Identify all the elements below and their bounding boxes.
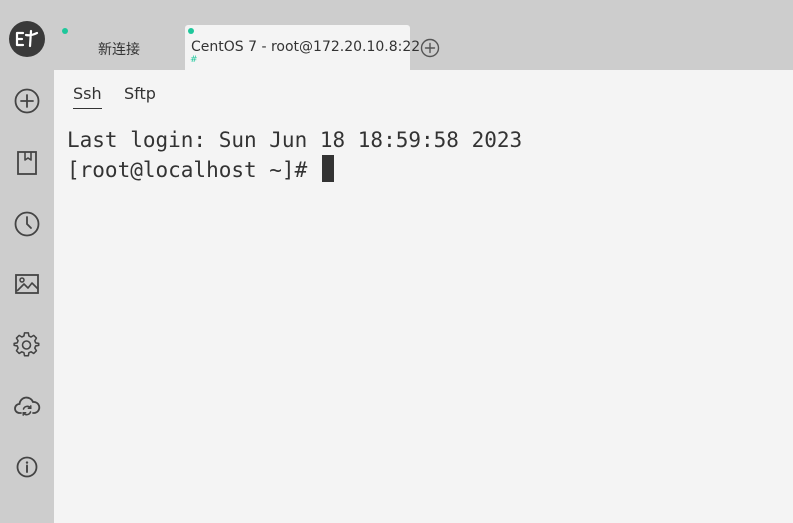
settings-button[interactable] — [11, 329, 43, 361]
terminal-prompt: [root@localhost ~]# — [67, 158, 320, 182]
new-connection-button[interactable] — [11, 85, 43, 117]
images-button[interactable] — [11, 268, 43, 300]
terminal-cursor — [321, 155, 334, 182]
app-logo[interactable] — [9, 21, 45, 57]
terminal-line: Last login: Sun Jun 18 18:59:58 2023 — [67, 128, 523, 152]
add-circle-icon — [14, 88, 40, 114]
tab-label: CentOS 7 - root@172.20.10.8:22 — [191, 39, 421, 55]
tab-centos-session[interactable]: CentOS 7 - root@172.20.10.8:22 # — [185, 25, 420, 70]
subtab-sftp[interactable]: Sftp — [124, 84, 156, 108]
info-icon — [16, 456, 38, 478]
subtab-ssh[interactable]: Ssh — [73, 84, 102, 109]
status-dot — [188, 28, 194, 34]
gear-icon — [13, 332, 40, 357]
terminal-prompt-line: [root@localhost ~]# — [67, 155, 334, 185]
status-dot — [62, 28, 68, 34]
terminal[interactable]: Last login: Sun Jun 18 18:59:58 2023 [ro… — [54, 120, 793, 523]
tab-new-connection[interactable]: 新连接 — [60, 25, 184, 70]
cloud-sync-button[interactable] — [11, 390, 43, 422]
history-button[interactable] — [11, 208, 43, 240]
session-subtabs: Ssh Sftp — [54, 70, 793, 120]
add-tab-button[interactable] — [419, 37, 441, 59]
bookmark-icon — [17, 151, 37, 175]
sidebar — [0, 0, 54, 523]
et-logo-icon — [15, 29, 39, 48]
bookmarks-button[interactable] — [11, 147, 43, 179]
tab-bar: 新连接 CentOS 7 - root@172.20.10.8:22 # — [54, 0, 793, 70]
about-button[interactable] — [11, 451, 43, 483]
clock-icon — [14, 211, 40, 237]
add-circle-icon — [420, 38, 440, 58]
tab-label: 新连接 — [98, 42, 140, 58]
cloud-sync-icon — [14, 396, 41, 416]
tab-marker: # — [190, 55, 198, 65]
image-icon — [15, 274, 39, 294]
